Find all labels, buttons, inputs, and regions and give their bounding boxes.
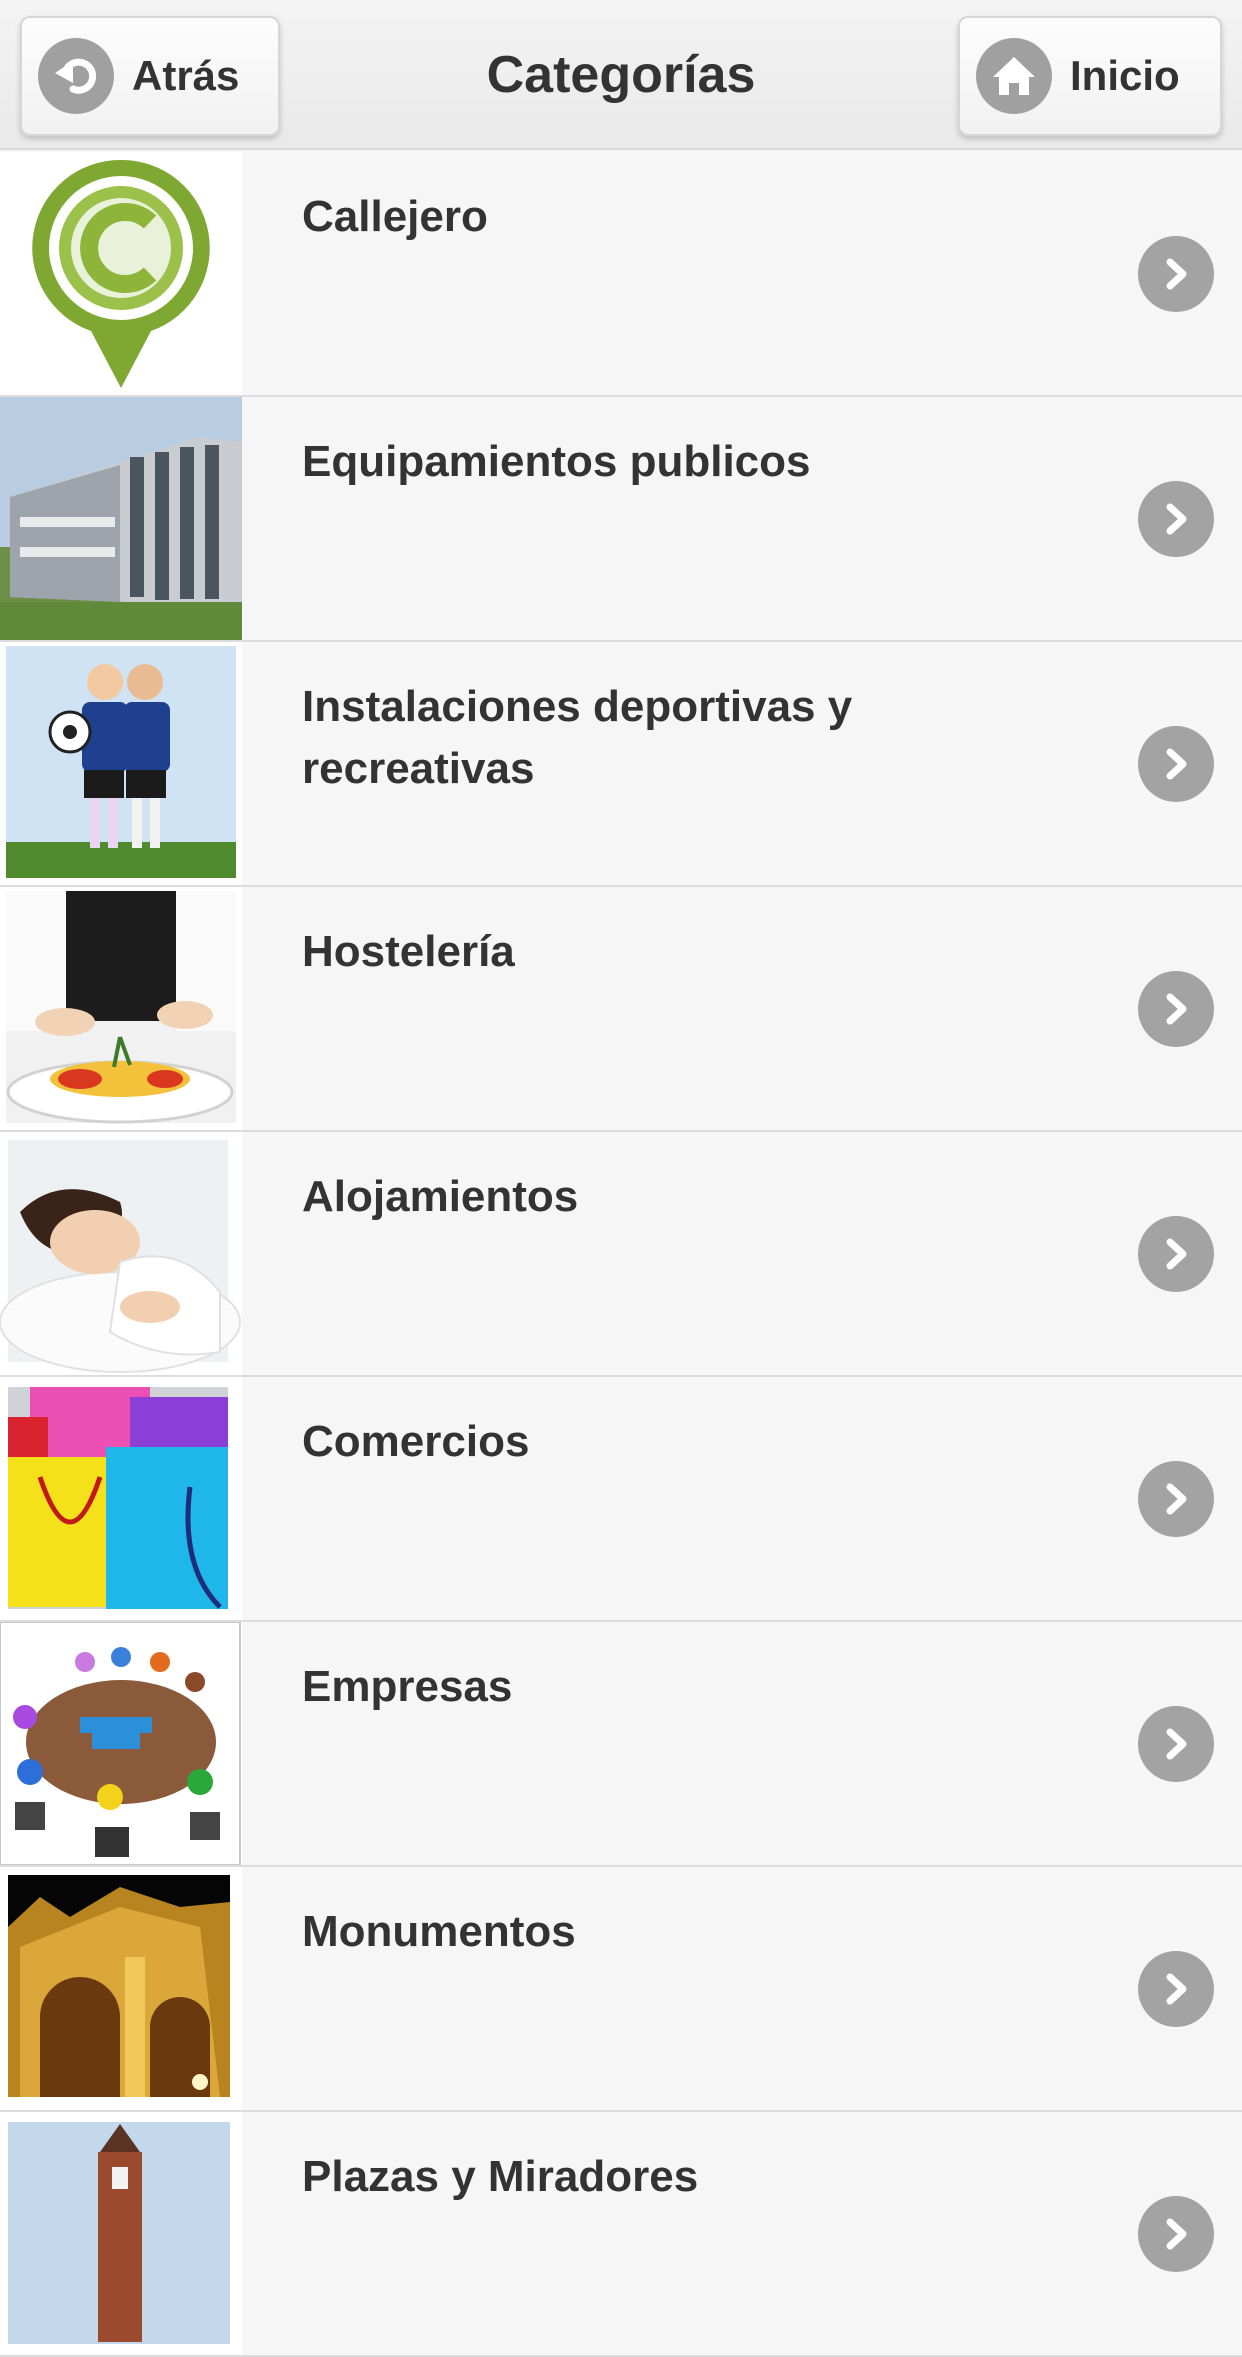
chevron-right-icon <box>1138 971 1214 1047</box>
list-item-hosteleria[interactable]: Hostelería <box>0 887 1242 1132</box>
list-item-comercios[interactable]: Comercios <box>0 1377 1242 1622</box>
list-item-equipamientos-publicos[interactable]: Equipamientos publicos <box>0 397 1242 642</box>
category-label: Hostelería <box>302 927 515 976</box>
public-building-photo <box>0 397 242 640</box>
back-button[interactable]: Atrás <box>20 16 280 136</box>
category-label: Comercios <box>302 1417 530 1466</box>
illuminated-monument-photo <box>0 1867 242 2110</box>
list-item-callejero[interactable]: Callejero <box>0 152 1242 397</box>
chef-plating-photo <box>0 887 242 1130</box>
round-table-meeting-photo <box>0 1622 242 1865</box>
sleeping-woman-photo <box>0 1132 242 1375</box>
category-label: Instalaciones deportivas y recreativas <box>302 682 853 793</box>
list-item-monumentos[interactable]: Monumentos <box>0 1867 1242 2112</box>
list-item-instalaciones-deportivas[interactable]: Instalaciones deportivas y recreativas <box>0 642 1242 887</box>
kids-soccer-photo <box>0 642 242 885</box>
chevron-right-icon <box>1138 726 1214 802</box>
category-label: Monumentos <box>302 1907 576 1956</box>
shopping-bags-photo <box>0 1377 242 1620</box>
home-button[interactable]: Inicio <box>958 16 1222 136</box>
back-arrow-icon <box>38 38 114 114</box>
home-icon <box>976 38 1052 114</box>
chevron-right-icon <box>1138 1461 1214 1537</box>
list-item-empresas[interactable]: Empresas <box>0 1622 1242 1867</box>
tower-photo <box>0 2112 242 2355</box>
chevron-right-icon <box>1138 1706 1214 1782</box>
chevron-right-icon <box>1138 1216 1214 1292</box>
category-label: Alojamientos <box>302 1172 579 1221</box>
back-button-label: Atrás <box>132 52 240 99</box>
list-item-alojamientos[interactable]: Alojamientos <box>0 1132 1242 1377</box>
home-button-label: Inicio <box>1070 52 1180 99</box>
category-label: Empresas <box>302 1662 513 1711</box>
category-list: Callejero Equipamientos publicos Instala… <box>0 152 1242 2357</box>
callejero-logo <box>0 152 242 395</box>
category-label: Callejero <box>302 192 488 241</box>
category-label: Plazas y Miradores <box>302 2152 699 2201</box>
category-label: Equipamientos publicos <box>302 437 811 486</box>
chevron-right-icon <box>1138 236 1214 312</box>
chevron-right-icon <box>1138 481 1214 557</box>
chevron-right-icon <box>1138 1951 1214 2027</box>
chevron-right-icon <box>1138 2196 1214 2272</box>
list-item-plazas-miradores[interactable]: Plazas y Miradores <box>0 2112 1242 2357</box>
header-bar: Atrás Categorías Inicio <box>0 0 1242 150</box>
